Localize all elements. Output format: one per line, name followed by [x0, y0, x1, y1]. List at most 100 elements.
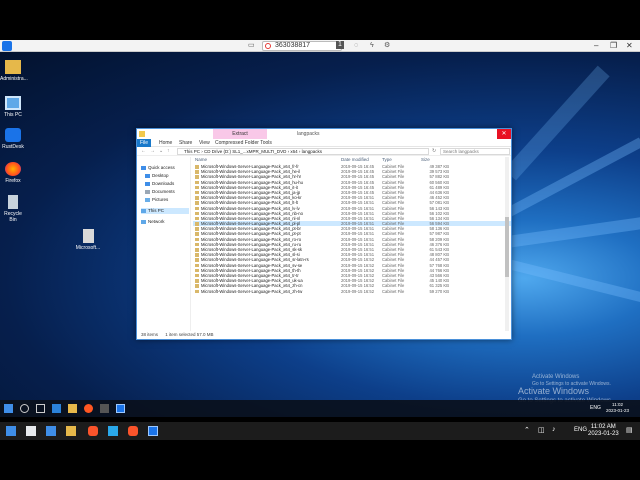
desktop-icon-this-pc[interactable]: This PC	[0, 96, 26, 118]
nav-this-pc[interactable]: This PC	[141, 208, 189, 214]
minimize-icon[interactable]: –	[594, 41, 598, 50]
network-icon	[141, 219, 146, 224]
file-explorer-icon[interactable]	[68, 404, 77, 413]
file-rows: Microsoft-Windows-Server-Language-Pack_x…	[193, 164, 511, 294]
status-item-count: 38 items	[141, 332, 159, 337]
desktop-icon-administrator[interactable]: Administra...	[0, 60, 28, 82]
remote-session-toolbar: ▭ 363038817 1 ◌ ϟ ⚙ – ❐ ✕	[0, 40, 640, 52]
address-path[interactable]: This PC › CD Drive (D:) SL1_...xMPR_MULT…	[177, 148, 429, 155]
cabinet-file-icon	[195, 232, 199, 236]
column-type[interactable]: Type	[382, 157, 392, 163]
tab-extract[interactable]: Extract	[213, 129, 267, 139]
tab-home[interactable]: Home	[159, 139, 172, 147]
folder-icon	[139, 131, 145, 137]
settings-icon[interactable]: ⚙	[384, 42, 390, 50]
file-name: Microsoft-Windows-Server-Language-Pack_x…	[201, 288, 303, 294]
app-icon[interactable]	[100, 404, 109, 413]
notification-icon[interactable]: ▤	[626, 426, 633, 434]
rustdesk-icon[interactable]	[116, 404, 125, 413]
nav-desktop[interactable]: Desktop	[145, 173, 169, 179]
tab-view[interactable]: View	[199, 139, 210, 147]
search-icon[interactable]	[20, 404, 29, 413]
cabinet-file-icon	[195, 196, 199, 200]
cabinet-file-icon	[195, 190, 199, 195]
tab-file[interactable]: File	[137, 139, 151, 147]
file-explorer-window[interactable]: Extract langpacks ✕ File Home Share View…	[136, 128, 512, 340]
file-row[interactable]: Microsoft-Windows-Server-Language-Pack_x…	[193, 289, 511, 294]
refresh-icon[interactable]: ↻	[432, 147, 436, 156]
desktop-icon-rustdesk[interactable]: RustDesk	[0, 128, 26, 150]
maximize-icon[interactable]: ❐	[610, 41, 617, 50]
up-arrow-icon[interactable]: ↑	[167, 147, 170, 156]
firefox-icon[interactable]	[84, 404, 93, 413]
cabinet-file-icon	[195, 273, 199, 278]
volume-icon[interactable]: ♪	[552, 426, 556, 433]
tab-compressed-folder-tools[interactable]: Compressed Folder Tools	[215, 139, 272, 147]
input-language[interactable]: ENG	[590, 405, 601, 411]
cabinet-file-icon	[195, 284, 199, 288]
nav-documents[interactable]: Documents	[145, 189, 175, 195]
remote-desktop[interactable]: Administra... This PC RustDesk Firefox R…	[0, 52, 640, 417]
file-list[interactable]: Name Date modified Type Size Microsoft-W…	[193, 157, 511, 331]
scrollbar-thumb[interactable]	[505, 217, 509, 277]
vertical-scrollbar[interactable]	[505, 157, 509, 331]
desktop-icon-recycle-bin[interactable]: Recycle Bin	[0, 195, 26, 223]
desktop-icon-installer[interactable]: Microsoft...	[75, 229, 101, 251]
file-explorer-icon[interactable]	[66, 426, 76, 436]
app-logo-icon[interactable]	[2, 41, 12, 51]
rustdesk-icon[interactable]	[148, 426, 158, 436]
session-icon	[265, 43, 271, 49]
status-selection: 1 item selected 57.0 MB	[165, 332, 214, 337]
star-icon	[141, 165, 146, 170]
brave-icon[interactable]	[128, 426, 138, 436]
tab-share[interactable]: Share	[179, 139, 192, 147]
cabinet-file-icon	[195, 211, 199, 216]
session-id: 363038817	[275, 42, 311, 49]
task-view-icon[interactable]	[36, 404, 45, 413]
file-date: 2019-09-15 16:52	[341, 288, 375, 294]
chevron-up-icon[interactable]: ⌃	[524, 426, 530, 434]
edge-icon[interactable]	[52, 404, 61, 413]
task-view-icon[interactable]	[26, 426, 36, 436]
forward-arrow-icon[interactable]: →	[150, 147, 155, 156]
cabinet-file-icon	[195, 263, 199, 268]
start-icon[interactable]	[6, 426, 16, 436]
cabinet-file-icon	[195, 253, 199, 257]
mail-icon[interactable]	[46, 426, 56, 436]
download-icon	[145, 181, 150, 186]
start-icon[interactable]	[4, 404, 13, 413]
input-language[interactable]: ENG	[574, 427, 587, 433]
flash-icon[interactable]: ϟ	[370, 42, 374, 50]
host-clock[interactable]: 11:02 AM 2023-01-23	[588, 424, 619, 438]
inner-taskbar: ENG 11:02 2023-01-23	[0, 400, 640, 417]
telegram-icon[interactable]	[108, 426, 118, 436]
session-id-field[interactable]: 363038817	[262, 41, 342, 51]
recent-dropdown-icon[interactable]: ⌄	[159, 147, 163, 156]
back-arrow-icon[interactable]: ←	[141, 147, 146, 156]
desktop-folder-icon	[145, 173, 150, 178]
network-icon[interactable]: ◫	[538, 426, 545, 434]
nav-network[interactable]: Network	[141, 219, 165, 225]
screen-icon[interactable]: ▭	[248, 42, 255, 50]
navigation-pane: Quick access Desktop Downloads Documents…	[137, 157, 191, 331]
search-input[interactable]: Search langpacks	[440, 148, 510, 155]
explorer-close-icon[interactable]: ✕	[497, 129, 511, 139]
firefox-icon	[5, 162, 21, 176]
column-name[interactable]: Name	[195, 157, 207, 163]
nav-downloads[interactable]: Downloads	[145, 181, 174, 187]
cabinet-file-icon	[195, 175, 199, 179]
number-badge[interactable]: 1	[336, 41, 344, 49]
column-date-modified[interactable]: Date modified	[341, 157, 369, 163]
close-icon[interactable]: ✕	[626, 41, 633, 50]
desktop-icon-firefox[interactable]: Firefox	[0, 162, 26, 184]
inner-clock[interactable]: 11:02 2023-01-23	[606, 402, 629, 414]
nav-quick-access[interactable]: Quick access	[141, 165, 175, 171]
host-taskbar: ⌃ ◫ ♪ ENG 11:02 AM 2023-01-23 ▤	[0, 422, 640, 440]
column-size[interactable]: Size	[421, 157, 430, 163]
brave-icon[interactable]	[88, 426, 98, 436]
cabinet-file-icon	[195, 216, 199, 221]
nav-pictures[interactable]: Pictures	[145, 197, 168, 203]
explorer-title-bar[interactable]: Extract langpacks ✕	[137, 129, 511, 139]
recycle-bin-icon	[8, 195, 18, 209]
chat-icon[interactable]: ◌	[354, 42, 358, 50]
